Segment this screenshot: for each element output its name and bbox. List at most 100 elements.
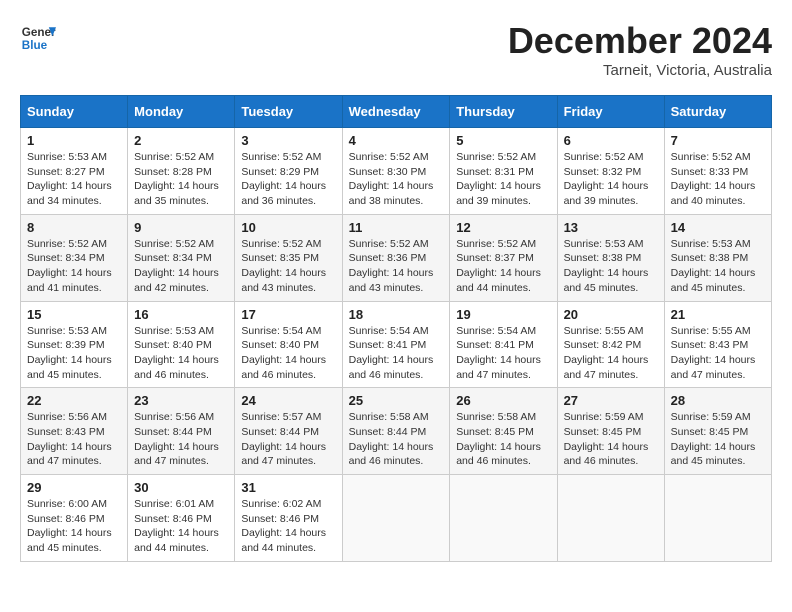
day-info: Sunrise: 5:52 AMSunset: 8:37 PMDaylight:… bbox=[456, 238, 541, 294]
calendar-cell: 26 Sunrise: 5:58 AMSunset: 8:45 PMDayligh… bbox=[450, 388, 557, 475]
calendar-cell: 3Sunrise: 5:52 AMSunset: 8:29 PMDaylight… bbox=[235, 128, 342, 215]
day-info: Sunrise: 5:54 AMSunset: 8:40 PMDaylight:… bbox=[241, 325, 326, 381]
header-cell-friday: Friday bbox=[557, 96, 664, 128]
page-title: December 2024 bbox=[508, 20, 772, 62]
calendar-cell: 6 Sunrise: 5:52 AMSunset: 8:32 PMDaylight… bbox=[557, 128, 664, 215]
calendar-cell: 28 Sunrise: 5:59 AMSunset: 8:45 PMDayligh… bbox=[664, 388, 771, 475]
day-info: Sunrise: 5:52 AMSunset: 8:35 PMDaylight:… bbox=[241, 238, 326, 294]
day-info: Sunrise: 5:53 AMSunset: 8:38 PMDaylight:… bbox=[671, 238, 756, 294]
header-cell-wednesday: Wednesday bbox=[342, 96, 450, 128]
calendar-cell: 23 Sunrise: 5:56 AMSunset: 8:44 PMDayligh… bbox=[128, 388, 235, 475]
header-cell-saturday: Saturday bbox=[664, 96, 771, 128]
calendar-table: SundayMondayTuesdayWednesdayThursdayFrid… bbox=[20, 95, 772, 562]
logo: General Blue bbox=[20, 20, 56, 56]
day-info: Sunrise: 5:52 AMSunset: 8:32 PMDaylight:… bbox=[564, 151, 649, 207]
day-info: Sunrise: 5:52 AMSunset: 8:31 PMDaylight:… bbox=[456, 151, 541, 207]
calendar-cell: 2 Sunrise: 5:52 AMSunset: 8:28 PMDaylight… bbox=[128, 128, 235, 215]
calendar-cell: 15 Sunrise: 5:53 AMSunset: 8:39 PMDayligh… bbox=[21, 301, 128, 388]
calendar-cell: 25 Sunrise: 5:58 AMSunset: 8:44 PMDayligh… bbox=[342, 388, 450, 475]
calendar-cell: 11 Sunrise: 5:52 AMSunset: 8:36 PMDayligh… bbox=[342, 214, 450, 301]
calendar-cell: 31Sunrise: 6:02 AMSunset: 8:46 PMDayligh… bbox=[235, 475, 342, 562]
calendar-body: 1 Sunrise: 5:53 AMSunset: 8:27 PMDaylight… bbox=[21, 128, 772, 562]
day-number: 5 bbox=[456, 133, 550, 148]
day-number: 11 bbox=[349, 220, 444, 235]
calendar-cell: 13Sunrise: 5:53 AMSunset: 8:38 PMDayligh… bbox=[557, 214, 664, 301]
day-number: 2 bbox=[134, 133, 228, 148]
day-info: Sunrise: 5:56 AMSunset: 8:44 PMDaylight:… bbox=[134, 411, 219, 467]
day-number: 19 bbox=[456, 307, 550, 322]
calendar-cell: 10 Sunrise: 5:52 AMSunset: 8:35 PMDayligh… bbox=[235, 214, 342, 301]
day-number: 21 bbox=[671, 307, 765, 322]
calendar-cell: 22Sunrise: 5:56 AMSunset: 8:43 PMDayligh… bbox=[21, 388, 128, 475]
day-info: Sunrise: 5:55 AMSunset: 8:43 PMDaylight:… bbox=[671, 325, 756, 381]
day-info: Sunrise: 5:53 AMSunset: 8:38 PMDaylight:… bbox=[564, 238, 649, 294]
day-number: 17 bbox=[241, 307, 335, 322]
header-cell-tuesday: Tuesday bbox=[235, 96, 342, 128]
header-row: SundayMondayTuesdayWednesdayThursdayFrid… bbox=[21, 96, 772, 128]
day-number: 16 bbox=[134, 307, 228, 322]
calendar-header: SundayMondayTuesdayWednesdayThursdayFrid… bbox=[21, 96, 772, 128]
day-info: Sunrise: 5:54 AMSunset: 8:41 PMDaylight:… bbox=[456, 325, 541, 381]
calendar-cell: 21 Sunrise: 5:55 AMSunset: 8:43 PMDayligh… bbox=[664, 301, 771, 388]
day-info: Sunrise: 5:55 AMSunset: 8:42 PMDaylight:… bbox=[564, 325, 649, 381]
day-info: Sunrise: 5:52 AMSunset: 8:34 PMDaylight:… bbox=[27, 238, 112, 294]
day-info: Sunrise: 5:52 AMSunset: 8:33 PMDaylight:… bbox=[671, 151, 756, 207]
day-info: Sunrise: 6:02 AMSunset: 8:46 PMDaylight:… bbox=[241, 498, 326, 554]
day-number: 20 bbox=[564, 307, 658, 322]
day-info: Sunrise: 5:52 AMSunset: 8:30 PMDaylight:… bbox=[349, 151, 434, 207]
day-number: 6 bbox=[564, 133, 658, 148]
calendar-cell: 1 Sunrise: 5:53 AMSunset: 8:27 PMDaylight… bbox=[21, 128, 128, 215]
calendar-week-1: 1 Sunrise: 5:53 AMSunset: 8:27 PMDaylight… bbox=[21, 128, 772, 215]
day-info: Sunrise: 5:53 AMSunset: 8:39 PMDaylight:… bbox=[27, 325, 112, 381]
calendar-cell: 4 Sunrise: 5:52 AMSunset: 8:30 PMDaylight… bbox=[342, 128, 450, 215]
day-info: Sunrise: 5:58 AMSunset: 8:45 PMDaylight:… bbox=[456, 411, 541, 467]
day-number: 3 bbox=[241, 133, 335, 148]
calendar-cell: 20 Sunrise: 5:55 AMSunset: 8:42 PMDayligh… bbox=[557, 301, 664, 388]
day-number: 7 bbox=[671, 133, 765, 148]
day-number: 1 bbox=[27, 133, 121, 148]
day-number: 18 bbox=[349, 307, 444, 322]
header-cell-thursday: Thursday bbox=[450, 96, 557, 128]
day-number: 15 bbox=[27, 307, 121, 322]
day-number: 28 bbox=[671, 393, 765, 408]
calendar-cell: 16 Sunrise: 5:53 AMSunset: 8:40 PMDayligh… bbox=[128, 301, 235, 388]
day-number: 14 bbox=[671, 220, 765, 235]
header: General Blue December 2024 Tarneit, Vict… bbox=[20, 20, 772, 79]
day-number: 26 bbox=[456, 393, 550, 408]
day-info: Sunrise: 5:54 AMSunset: 8:41 PMDaylight:… bbox=[349, 325, 434, 381]
day-number: 24 bbox=[241, 393, 335, 408]
logo-icon: General Blue bbox=[20, 20, 56, 56]
calendar-cell: 19 Sunrise: 5:54 AMSunset: 8:41 PMDayligh… bbox=[450, 301, 557, 388]
day-number: 29 bbox=[27, 480, 121, 495]
calendar-week-2: 8Sunrise: 5:52 AMSunset: 8:34 PMDaylight… bbox=[21, 214, 772, 301]
day-number: 23 bbox=[134, 393, 228, 408]
calendar-cell: 5 Sunrise: 5:52 AMSunset: 8:31 PMDaylight… bbox=[450, 128, 557, 215]
title-area: December 2024 Tarneit, Victoria, Austral… bbox=[508, 20, 772, 79]
calendar-cell: 14 Sunrise: 5:53 AMSunset: 8:38 PMDayligh… bbox=[664, 214, 771, 301]
calendar-week-5: 29Sunrise: 6:00 AMSunset: 8:46 PMDayligh… bbox=[21, 475, 772, 562]
calendar-cell: 18 Sunrise: 5:54 AMSunset: 8:41 PMDayligh… bbox=[342, 301, 450, 388]
svg-text:Blue: Blue bbox=[22, 39, 48, 52]
day-info: Sunrise: 5:59 AMSunset: 8:45 PMDaylight:… bbox=[671, 411, 756, 467]
day-number: 12 bbox=[456, 220, 550, 235]
day-info: Sunrise: 5:59 AMSunset: 8:45 PMDaylight:… bbox=[564, 411, 649, 467]
calendar-cell bbox=[557, 475, 664, 562]
day-number: 25 bbox=[349, 393, 444, 408]
day-info: Sunrise: 5:52 AMSunset: 8:36 PMDaylight:… bbox=[349, 238, 434, 294]
day-number: 9 bbox=[134, 220, 228, 235]
calendar-cell bbox=[342, 475, 450, 562]
calendar-cell: 12 Sunrise: 5:52 AMSunset: 8:37 PMDayligh… bbox=[450, 214, 557, 301]
day-info: Sunrise: 5:53 AMSunset: 8:27 PMDaylight:… bbox=[27, 151, 112, 207]
calendar-cell: 30Sunrise: 6:01 AMSunset: 8:46 PMDayligh… bbox=[128, 475, 235, 562]
calendar-week-4: 22Sunrise: 5:56 AMSunset: 8:43 PMDayligh… bbox=[21, 388, 772, 475]
day-number: 10 bbox=[241, 220, 335, 235]
calendar-cell: 29Sunrise: 6:00 AMSunset: 8:46 PMDayligh… bbox=[21, 475, 128, 562]
day-info: Sunrise: 5:58 AMSunset: 8:44 PMDaylight:… bbox=[349, 411, 434, 467]
day-number: 4 bbox=[349, 133, 444, 148]
day-number: 22 bbox=[27, 393, 121, 408]
calendar-cell: 24Sunrise: 5:57 AMSunset: 8:44 PMDayligh… bbox=[235, 388, 342, 475]
day-info: Sunrise: 5:52 AMSunset: 8:28 PMDaylight:… bbox=[134, 151, 219, 207]
calendar-cell bbox=[450, 475, 557, 562]
day-info: Sunrise: 5:53 AMSunset: 8:40 PMDaylight:… bbox=[134, 325, 219, 381]
calendar-cell: 9Sunrise: 5:52 AMSunset: 8:34 PMDaylight… bbox=[128, 214, 235, 301]
